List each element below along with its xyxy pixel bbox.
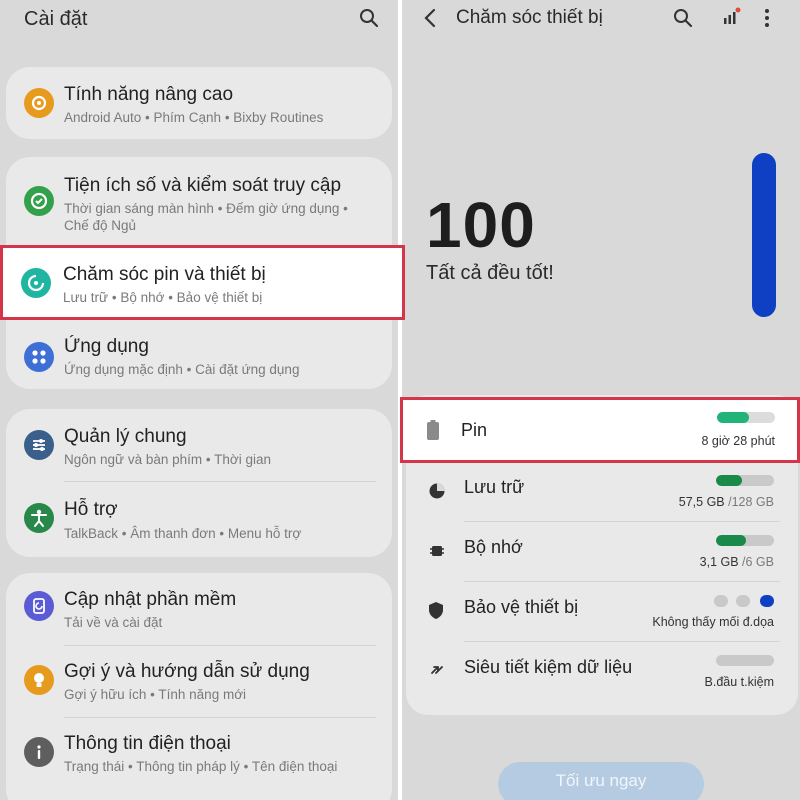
settings-item-subtitle: Gợi ý hữu ích • Tính năng mới [64, 687, 247, 702]
settings-item-software-update[interactable]: Cập nhật phần mềm Tải về và cài đặt [6, 573, 392, 643]
settings-item-advanced-features[interactable]: Tính năng nâng cao Android Auto • Phím C… [6, 67, 392, 139]
settings-item-title: Quản lý chung [64, 426, 187, 447]
device-score: 100 [426, 189, 536, 261]
software-update-icon [24, 591, 54, 621]
device-care-item-battery[interactable]: Pin 8 giờ 28 phút [400, 397, 800, 463]
settings-item-subtitle: Ngôn ngữ và bàn phím • Thời gian [64, 452, 271, 467]
device-care-item-label: Bảo vệ thiết bị [464, 597, 579, 617]
digital-wellbeing-icon [24, 186, 54, 216]
more-options-icon[interactable] [762, 7, 772, 29]
settings-item-title: Thông tin điện thoại [64, 733, 231, 754]
divider [64, 481, 376, 482]
settings-group-info: Cập nhật phần mềm Tải về và cài đặt Gợi … [6, 573, 392, 800]
settings-item-title: Gợi ý và hướng dẫn sử dụng [64, 661, 310, 682]
gear-plus-icon [24, 88, 54, 118]
data-saver-bar [716, 655, 774, 666]
device-care-icon [21, 268, 51, 298]
settings-item-subtitle: Thời gian sáng màn hình • Đếm giờ ứng dụ… [64, 201, 348, 233]
settings-item-title: Ứng dụng [64, 336, 149, 357]
info-icon [24, 737, 54, 767]
settings-item-about-phone[interactable]: Thông tin điện thoại Trạng thái • Thông … [6, 717, 392, 789]
settings-item-apps[interactable]: Ứng dụng Ứng dụng mặc định • Cài đặt ứng… [6, 335, 392, 389]
apps-grid-icon [24, 342, 54, 372]
storage-pie-icon [429, 483, 445, 499]
device-care-item-label: Siêu tiết kiệm dữ liệu [464, 657, 633, 677]
settings-item-subtitle: Tải về và cài đặt [64, 615, 163, 630]
shield-icon [429, 602, 443, 619]
battery-icon [427, 420, 439, 440]
optimize-now-button[interactable]: Tối ưu ngay [498, 762, 704, 800]
data-saver-icon [431, 666, 443, 674]
device-care-item-data-saver[interactable]: Siêu tiết kiệm dữ liệu B.đầu t.kiệm [406, 641, 798, 701]
device-care-item-protection[interactable]: Bảo vệ thiết bị Không thấy mối đ.dọa [406, 581, 798, 641]
device-care-item-label: Bộ nhớ [464, 537, 523, 557]
settings-item-title: Hỗ trợ [64, 499, 118, 520]
device-care-item-storage[interactable]: Lưu trữ 57,5 GB /128 GB [406, 461, 798, 521]
device-care-item-label: Lưu trữ [464, 477, 525, 497]
settings-header: Cài đặt [0, 0, 398, 40]
device-care-item-label: Pin [461, 420, 488, 440]
device-care-item-value: Không thấy mối đ.dọa [652, 615, 774, 629]
page-title: Chăm sóc thiết bị [456, 7, 603, 28]
settings-item-digital-wellbeing[interactable]: Tiện ích số và kiểm soát truy cập Thời g… [6, 157, 392, 245]
memory-chip-icon [430, 546, 444, 556]
settings-item-device-care[interactable]: Chăm sóc pin và thiết bị Lưu trữ • Bộ nh… [0, 245, 405, 320]
page-title: Cài đặt [24, 8, 88, 30]
memory-usage-bar [716, 535, 774, 546]
score-gauge [752, 153, 776, 317]
back-arrow-icon[interactable] [422, 8, 438, 28]
settings-group-general: Quản lý chung Ngôn ngữ và bàn phím • Thờ… [6, 409, 392, 557]
settings-item-subtitle: Lưu trữ • Bộ nhớ • Bảo vệ thiết bị [63, 290, 263, 305]
device-care-item-value: B.đầu t.kiệm [704, 675, 774, 689]
search-icon[interactable] [359, 8, 379, 28]
settings-item-device-care-row: Chăm sóc pin và thiết bị Lưu trữ • Bộ nh… [3, 248, 402, 317]
sliders-icon [24, 430, 54, 460]
settings-item-title: Tiện ích số và kiểm soát truy cập [64, 175, 342, 196]
device-care-item-value: 3,1 GB /6 GB [699, 555, 774, 569]
device-care-item-value: 8 giờ 28 phút [701, 434, 775, 448]
device-status-text: Tất cả đều tốt! [426, 262, 554, 284]
search-icon[interactable] [673, 8, 693, 28]
settings-item-title: Cập nhật phần mềm [64, 589, 237, 610]
device-care-item-memory[interactable]: Bộ nhớ 3,1 GB /6 GB [406, 521, 798, 581]
diagnostics-signal-icon[interactable] [722, 6, 742, 26]
storage-usage-bar [716, 475, 774, 486]
settings-item-title: Chăm sóc pin và thiết bị [63, 264, 266, 285]
settings-item-subtitle: Ứng dụng mặc định • Cài đặt ứng dụng [64, 362, 300, 377]
device-care-item-value: 57,5 GB /128 GB [678, 495, 774, 509]
settings-group-advanced: Tính năng nâng cao Android Auto • Phím C… [6, 67, 392, 139]
protection-status-dots [714, 595, 774, 607]
settings-item-accessibility[interactable]: Hỗ trợ TalkBack • Âm thanh đơn • Menu hỗ… [6, 483, 392, 555]
settings-item-general-management[interactable]: Quản lý chung Ngôn ngữ và bàn phím • Thờ… [6, 409, 392, 481]
accessibility-icon [24, 503, 54, 533]
settings-panel: Cài đặt Tính năng nâng cao Android Auto … [0, 0, 398, 800]
settings-item-tips[interactable]: Gợi ý và hướng dẫn sử dụng Gợi ý hữu ích… [6, 645, 392, 717]
settings-item-title: Tính năng nâng cao [64, 84, 234, 105]
battery-level-bar [717, 412, 775, 423]
settings-item-subtitle: TalkBack • Âm thanh đơn • Menu hỗ trợ [64, 526, 302, 541]
settings-item-subtitle: Trạng thái • Thông tin pháp lý • Tên điệ… [64, 759, 338, 774]
lightbulb-icon [24, 665, 54, 695]
settings-item-subtitle: Android Auto • Phím Cạnh • Bixby Routine… [64, 110, 324, 125]
